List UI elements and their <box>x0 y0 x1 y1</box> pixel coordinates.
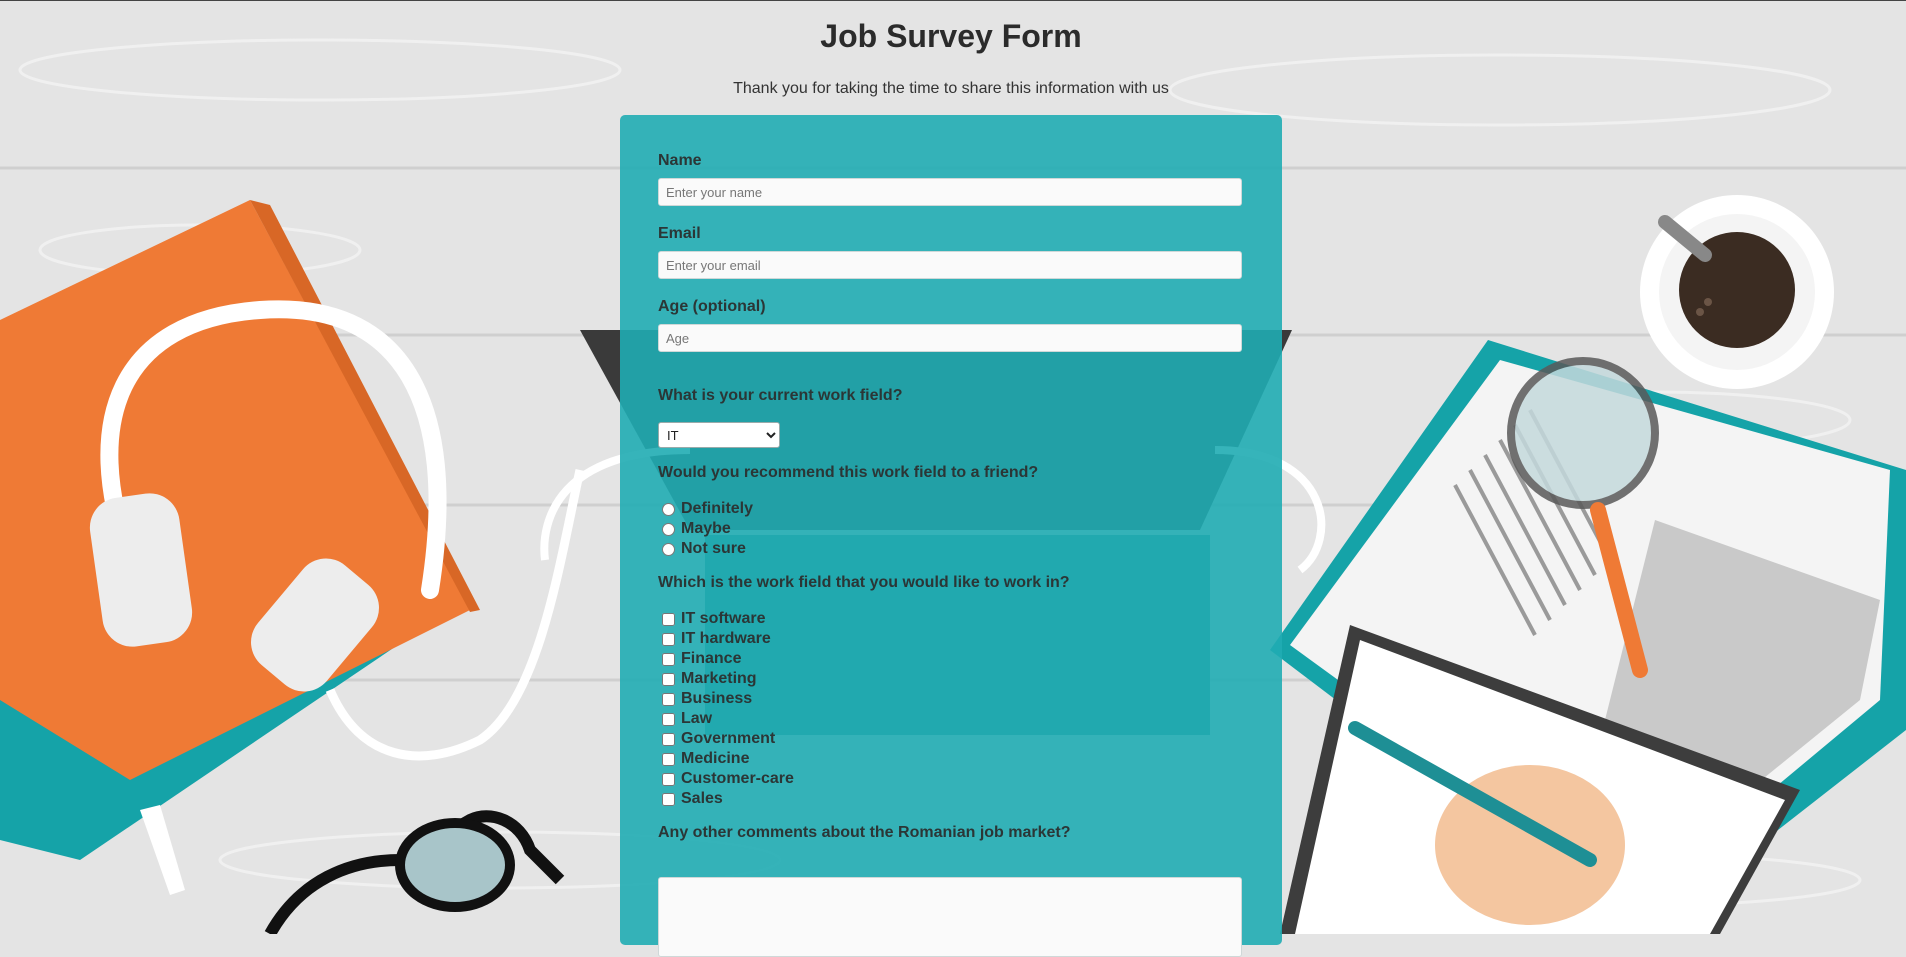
option-label: Not sure <box>681 540 746 557</box>
comments-question: Any other comments about the Romanian jo… <box>658 824 1071 841</box>
page-title: Job Survey Form <box>820 18 1082 54</box>
desired-fields-question: Which is the work field that you would l… <box>658 574 1070 591</box>
field-option-marketing[interactable]: Marketing <box>662 669 757 689</box>
work-field-select[interactable]: IT <box>658 422 780 448</box>
name-label: Name <box>658 152 702 169</box>
checkbox[interactable] <box>662 732 675 746</box>
option-label: Finance <box>681 650 742 667</box>
checkbox[interactable] <box>662 712 675 726</box>
field-option-law[interactable]: Law <box>662 709 712 729</box>
field-option-business[interactable]: Business <box>662 689 752 709</box>
age-input[interactable] <box>658 324 1242 352</box>
radio-button[interactable] <box>662 542 675 556</box>
recommend-question: Would you recommend this work field to a… <box>658 464 1039 481</box>
page-subtitle: Thank you for taking the time to share t… <box>733 80 1169 97</box>
option-label: Law <box>681 710 713 727</box>
name-input[interactable] <box>658 178 1242 206</box>
checkbox[interactable] <box>662 772 675 786</box>
survey-form: Name Email Age (optional) What is your c… <box>620 115 1282 957</box>
field-option-customer-care[interactable]: Customer-care <box>662 769 794 789</box>
work-field-question: What is your current work field? <box>658 387 903 404</box>
field-option-it-hardware[interactable]: IT hardware <box>662 629 771 649</box>
coffee-cup-icon <box>1640 195 1834 389</box>
top-border <box>0 0 1906 1</box>
option-label: IT software <box>681 610 766 627</box>
checkbox[interactable] <box>662 632 675 646</box>
checkbox[interactable] <box>662 752 675 766</box>
field-option-it-software[interactable]: IT software <box>662 609 765 629</box>
email-label: Email <box>658 225 701 242</box>
option-label: Business <box>681 690 753 707</box>
option-label: Customer-care <box>681 770 794 787</box>
option-label: Maybe <box>681 520 731 537</box>
checkbox[interactable] <box>662 612 675 626</box>
option-label: Medicine <box>681 750 750 767</box>
checkbox[interactable] <box>662 652 675 666</box>
option-label: Government <box>681 730 776 747</box>
radio-button[interactable] <box>662 522 675 536</box>
checkbox[interactable] <box>662 692 675 706</box>
field-option-sales[interactable]: Sales <box>662 789 723 809</box>
recommend-option-maybe[interactable]: Maybe <box>662 519 731 539</box>
option-label: Sales <box>681 790 723 807</box>
recommend-option-definitely[interactable]: Definitely <box>662 499 753 519</box>
comments-textarea[interactable] <box>658 877 1242 957</box>
radio-button[interactable] <box>662 502 675 516</box>
email-input[interactable] <box>658 251 1242 279</box>
checkbox[interactable] <box>662 792 675 806</box>
option-label: Marketing <box>681 670 757 687</box>
field-option-finance[interactable]: Finance <box>662 649 741 669</box>
field-option-government[interactable]: Government <box>662 729 775 749</box>
checkbox[interactable] <box>662 672 675 686</box>
age-label: Age (optional) <box>658 298 766 315</box>
option-label: IT hardware <box>681 630 771 647</box>
field-option-medicine[interactable]: Medicine <box>662 749 749 769</box>
option-label: Definitely <box>681 500 754 517</box>
recommend-option-not-sure[interactable]: Not sure <box>662 539 746 559</box>
